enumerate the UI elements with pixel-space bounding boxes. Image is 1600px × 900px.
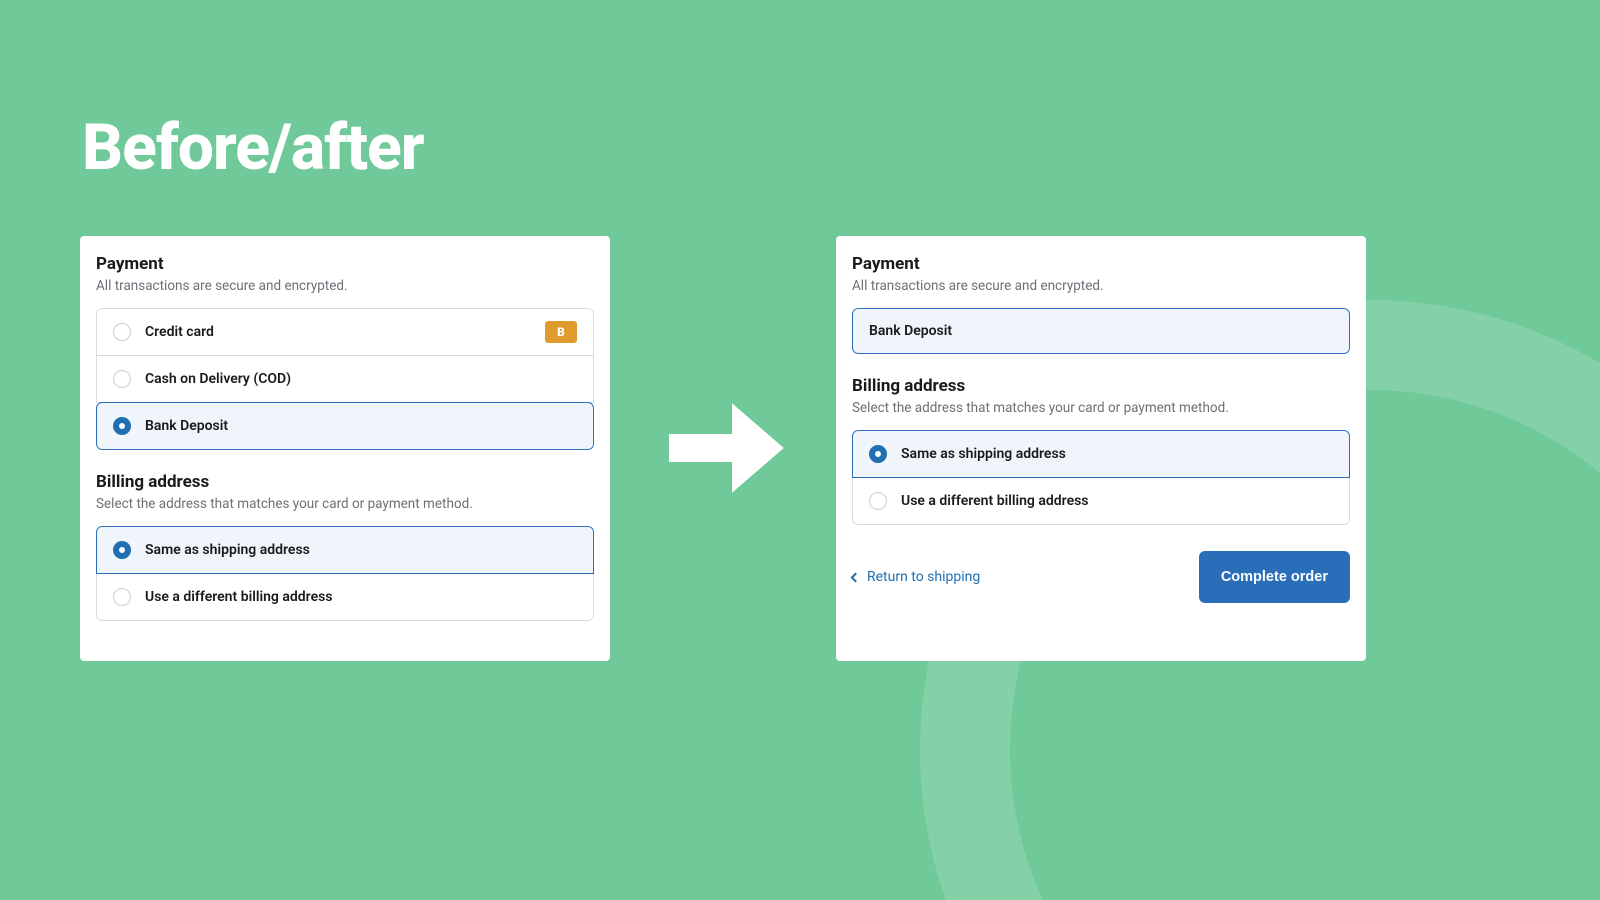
- payment-option-cod[interactable]: Cash on Delivery (COD): [96, 355, 594, 403]
- radio-icon: [869, 492, 887, 510]
- billing-option-different[interactable]: Use a different billing address: [852, 477, 1350, 525]
- return-link-label: Return to shipping: [867, 569, 980, 585]
- radio-icon: [113, 370, 131, 388]
- radio-icon: [113, 588, 131, 606]
- option-label: Cash on Delivery (COD): [145, 371, 291, 387]
- billing-option-same[interactable]: Same as shipping address: [852, 430, 1350, 478]
- payment-heading: Payment: [96, 254, 594, 274]
- option-label: Bank Deposit: [869, 323, 952, 339]
- payment-heading: Payment: [852, 254, 1350, 274]
- page-title: Before/after: [82, 110, 424, 185]
- option-label: Use a different billing address: [145, 589, 333, 605]
- billing-heading: Billing address: [96, 472, 594, 492]
- option-label: Same as shipping address: [901, 446, 1066, 462]
- before-billing-section: Billing address Select the address that …: [80, 472, 610, 512]
- radio-icon: [113, 323, 131, 341]
- payment-option-bank-deposit[interactable]: Bank Deposit: [96, 402, 594, 450]
- card-brand-badge-icon: B: [545, 321, 577, 343]
- after-billing-section: Billing address Select the address that …: [836, 376, 1366, 416]
- payment-selected: Bank Deposit: [852, 308, 1350, 354]
- payment-subtext: All transactions are secure and encrypte…: [852, 278, 1350, 294]
- billing-option-same[interactable]: Same as shipping address: [96, 526, 594, 574]
- billing-options: Same as shipping address Use a different…: [96, 526, 594, 621]
- billing-heading: Billing address: [852, 376, 1350, 396]
- payment-option-credit-card[interactable]: Credit card B: [96, 308, 594, 356]
- radio-icon: [113, 417, 131, 435]
- option-label: Same as shipping address: [145, 542, 310, 558]
- radio-icon: [869, 445, 887, 463]
- chevron-left-icon: [851, 572, 861, 582]
- before-payment-section: Payment All transactions are secure and …: [80, 254, 610, 294]
- payment-subtext: All transactions are secure and encrypte…: [96, 278, 594, 294]
- return-to-shipping-link[interactable]: Return to shipping: [852, 569, 980, 585]
- after-payment-section: Payment All transactions are secure and …: [836, 254, 1366, 294]
- option-label: Bank Deposit: [145, 418, 228, 434]
- complete-order-button[interactable]: Complete order: [1199, 551, 1350, 603]
- billing-option-different[interactable]: Use a different billing address: [96, 573, 594, 621]
- payment-selected-box: Bank Deposit: [852, 308, 1350, 354]
- payment-options: Credit card B Cash on Delivery (COD) Ban…: [96, 308, 594, 450]
- before-card: Payment All transactions are secure and …: [80, 236, 610, 661]
- after-card: Payment All transactions are secure and …: [836, 236, 1366, 661]
- option-label: Use a different billing address: [901, 493, 1089, 509]
- billing-options: Same as shipping address Use a different…: [852, 430, 1350, 525]
- option-label: Credit card: [145, 324, 214, 340]
- arrow-icon: [655, 378, 795, 518]
- footer-row: Return to shipping Complete order: [836, 547, 1366, 619]
- billing-subtext: Select the address that matches your car…: [96, 496, 594, 512]
- billing-subtext: Select the address that matches your car…: [852, 400, 1350, 416]
- radio-icon: [113, 541, 131, 559]
